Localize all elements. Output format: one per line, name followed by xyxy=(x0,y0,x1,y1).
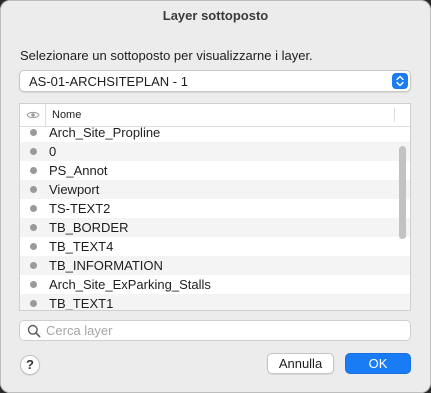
table-row[interactable]: PS_Annot xyxy=(20,161,410,180)
layer-visibility-dot-icon[interactable] xyxy=(30,205,37,212)
layer-name: TB_INFORMATION xyxy=(49,258,163,273)
layer-visibility-dot-icon[interactable] xyxy=(30,243,37,250)
underlay-select[interactable]: AS-01-ARCHSITEPLAN - 1 xyxy=(19,70,411,92)
layer-name: Arch_Site_ExParking_Stalls xyxy=(49,277,211,292)
layer-table: Nome Arch_Site_Propline 0 PS_Annot Viewport… xyxy=(19,103,411,311)
table-row[interactable]: TB_INFORMATION xyxy=(20,256,410,275)
layer-visibility-dot-icon[interactable] xyxy=(30,262,37,269)
table-row[interactable]: Viewport xyxy=(20,180,410,199)
visibility-column-header[interactable] xyxy=(20,104,46,126)
table-row[interactable]: TB_TEXT1 xyxy=(20,294,410,311)
layer-rows: Arch_Site_Propline 0 PS_Annot Viewport TS-TE… xyxy=(20,123,410,311)
ok-button[interactable]: OK xyxy=(345,353,411,374)
instruction-text: Selezionare un sottoposto per visualizza… xyxy=(20,48,313,63)
underlay-select-value: AS-01-ARCHSITEPLAN - 1 xyxy=(29,74,188,89)
search-field[interactable] xyxy=(19,320,411,341)
name-column-header[interactable]: Nome xyxy=(52,109,81,121)
layer-visibility-dot-icon[interactable] xyxy=(30,224,37,231)
table-row[interactable]: TS-TEXT2 xyxy=(20,199,410,218)
eye-icon xyxy=(26,111,40,119)
layer-name: PS_Annot xyxy=(49,163,108,178)
layer-name: 0 xyxy=(49,144,57,159)
table-header: Nome xyxy=(20,104,410,127)
layer-name: Arch_Site_Propline xyxy=(49,125,161,140)
layer-visibility-dot-icon[interactable] xyxy=(30,148,37,155)
layer-name: Viewport xyxy=(49,182,100,197)
help-button[interactable]: ? xyxy=(20,355,40,375)
cancel-button[interactable]: Annulla xyxy=(267,353,334,374)
layer-visibility-dot-icon[interactable] xyxy=(30,281,37,288)
layer-visibility-dot-icon[interactable] xyxy=(30,186,37,193)
layer-name: TB_TEXT1 xyxy=(49,296,114,311)
layer-name: TS-TEXT2 xyxy=(49,201,111,216)
table-row[interactable]: 0 xyxy=(20,142,410,161)
table-row[interactable]: TB_TEXT4 xyxy=(20,237,410,256)
layer-name: TB_TEXT4 xyxy=(49,239,114,254)
table-row[interactable]: Arch_Site_ExParking_Stalls xyxy=(20,275,410,294)
search-icon xyxy=(27,324,41,338)
underlay-layers-dialog: Layer sottoposto Selezionare un sottopos… xyxy=(0,0,431,393)
table-row[interactable]: TB_BORDER xyxy=(20,218,410,237)
up-down-chevron-icon xyxy=(392,73,408,89)
layer-visibility-dot-icon[interactable] xyxy=(30,167,37,174)
column-divider xyxy=(394,108,395,122)
layer-visibility-dot-icon[interactable] xyxy=(30,300,37,307)
window-title: Layer sottoposto xyxy=(162,7,269,23)
search-input[interactable] xyxy=(46,322,396,339)
scrollbar-thumb[interactable] xyxy=(399,146,406,239)
layer-name: TB_BORDER xyxy=(49,220,129,235)
layer-visibility-dot-icon[interactable] xyxy=(30,129,37,136)
